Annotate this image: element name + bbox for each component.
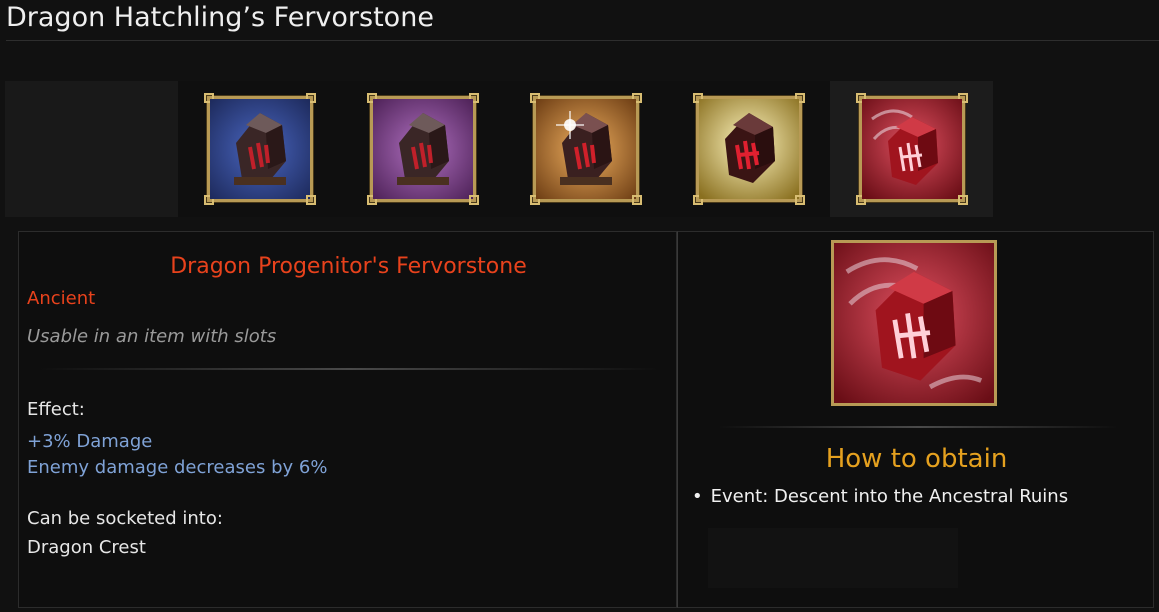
fervorstone-gem-icon bbox=[372, 99, 473, 199]
gem-frame bbox=[203, 93, 316, 205]
item-rarity: Ancient bbox=[27, 288, 96, 309]
obtain-title: How to obtain bbox=[825, 444, 1008, 474]
tier-selector bbox=[5, 81, 993, 217]
tier-selector-track bbox=[178, 81, 993, 217]
placeholder-box bbox=[708, 528, 958, 588]
title-divider bbox=[6, 40, 1159, 41]
tier-slot-2[interactable] bbox=[341, 81, 504, 217]
details-divider bbox=[39, 368, 659, 370]
page-title: Dragon Hatchling’s Fervorstone bbox=[6, 2, 434, 33]
fervorstone-gem-icon bbox=[698, 99, 799, 199]
tier-slot-3[interactable] bbox=[504, 81, 667, 217]
tier-slot-4[interactable] bbox=[667, 81, 830, 217]
gem-frame bbox=[529, 93, 642, 205]
fervorstone-gem-icon bbox=[834, 243, 994, 403]
gem-frame bbox=[366, 93, 479, 205]
fervorstone-gem-icon bbox=[861, 99, 962, 199]
effect-line: Enemy damage decreases by 6% bbox=[27, 457, 328, 478]
obtain-list-item: • Event: Descent into the Ancestral Ruins bbox=[692, 486, 1068, 507]
gem-frame bbox=[855, 93, 968, 205]
socket-value: Dragon Crest bbox=[27, 537, 146, 558]
item-preview-panel: How to obtain • Event: Descent into the A… bbox=[677, 231, 1154, 608]
socket-label: Can be socketed into: bbox=[27, 508, 223, 529]
effect-label: Effect: bbox=[27, 399, 85, 420]
gem-frame bbox=[692, 93, 805, 205]
tier-slot-5[interactable] bbox=[830, 81, 993, 217]
tier-slot-1[interactable] bbox=[178, 81, 341, 217]
item-usage: Usable in an item with slots bbox=[27, 326, 277, 347]
obtain-item-text: Event: Descent into the Ancestral Ruins bbox=[710, 486, 1069, 507]
item-details-panel: Dragon Progenitor's Fervorstone Ancient … bbox=[18, 231, 677, 608]
fervorstone-gem-icon bbox=[535, 99, 636, 199]
fervorstone-gem-icon bbox=[209, 99, 310, 199]
item-name: Dragon Progenitor's Fervorstone bbox=[170, 254, 527, 279]
item-preview-frame bbox=[831, 240, 997, 406]
effect-line: +3% Damage bbox=[27, 431, 153, 452]
preview-divider bbox=[718, 426, 1118, 428]
bullet-icon: • bbox=[692, 486, 703, 507]
